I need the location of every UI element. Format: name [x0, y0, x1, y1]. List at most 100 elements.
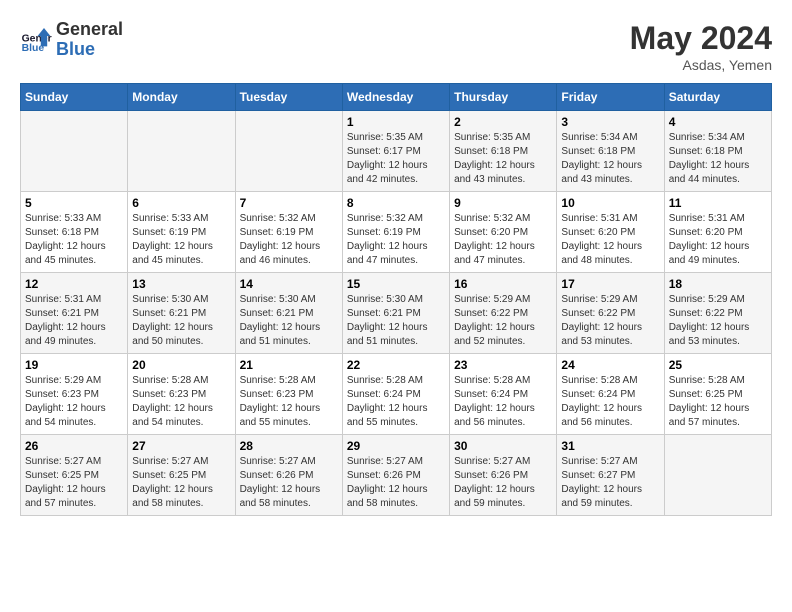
calendar-cell: 15 Sunrise: 5:30 AM Sunset: 6:21 PM Dayli…: [342, 273, 449, 354]
day-info: Sunrise: 5:31 AM Sunset: 6:20 PM Dayligh…: [561, 212, 659, 268]
day-number: 5: [25, 196, 123, 210]
calendar-cell: 19 Sunrise: 5:29 AM Sunset: 6:23 PM Dayli…: [21, 354, 128, 435]
day-info: Sunrise: 5:27 AM Sunset: 6:26 PM Dayligh…: [454, 455, 552, 511]
calendar-cell: 1 Sunrise: 5:35 AM Sunset: 6:17 PM Daylig…: [342, 111, 449, 192]
day-number: 25: [669, 358, 767, 372]
logo: General Blue General Blue: [20, 20, 123, 60]
calendar-cell: 6 Sunrise: 5:33 AM Sunset: 6:19 PM Daylig…: [128, 192, 235, 273]
day-number: 31: [561, 439, 659, 453]
calendar-cell: 3 Sunrise: 5:34 AM Sunset: 6:18 PM Daylig…: [557, 111, 664, 192]
day-number: 30: [454, 439, 552, 453]
day-number: 26: [25, 439, 123, 453]
calendar-cell: [128, 111, 235, 192]
day-info: Sunrise: 5:29 AM Sunset: 6:23 PM Dayligh…: [25, 374, 123, 430]
weekday-header-tuesday: Tuesday: [235, 84, 342, 111]
weekday-header-friday: Friday: [557, 84, 664, 111]
calendar-cell: 31 Sunrise: 5:27 AM Sunset: 6:27 PM Dayli…: [557, 435, 664, 516]
calendar-cell: [21, 111, 128, 192]
day-info: Sunrise: 5:28 AM Sunset: 6:24 PM Dayligh…: [561, 374, 659, 430]
calendar-cell: 17Sunrise: 5:29 AM Sunset: 6:22 PM Dayli…: [557, 273, 664, 354]
calendar-cell: 23Sunrise: 5:28 AM Sunset: 6:24 PM Dayli…: [450, 354, 557, 435]
calendar-cell: 20 Sunrise: 5:28 AM Sunset: 6:23 PM Dayli…: [128, 354, 235, 435]
day-number: 8: [347, 196, 445, 210]
day-info: Sunrise: 5:31 AM Sunset: 6:20 PM Dayligh…: [669, 212, 767, 268]
calendar-table: SundayMondayTuesdayWednesdayThursdayFrid…: [20, 83, 772, 516]
day-info: Sunrise: 5:27 AM Sunset: 6:26 PM Dayligh…: [240, 455, 338, 511]
day-info: Sunrise: 5:30 AM Sunset: 6:21 PM Dayligh…: [132, 293, 230, 349]
day-number: 17: [561, 277, 659, 291]
day-number: 3: [561, 115, 659, 129]
day-info: Sunrise: 5:31 AM Sunset: 6:21 PM Dayligh…: [25, 293, 123, 349]
day-info: Sunrise: 5:27 AM Sunset: 6:27 PM Dayligh…: [561, 455, 659, 511]
weekday-header-saturday: Saturday: [664, 84, 771, 111]
day-info: Sunrise: 5:32 AM Sunset: 6:19 PM Dayligh…: [240, 212, 338, 268]
calendar-cell: 5 Sunrise: 5:33 AM Sunset: 6:18 PM Daylig…: [21, 192, 128, 273]
day-info: Sunrise: 5:35 AM Sunset: 6:18 PM Dayligh…: [454, 131, 552, 187]
page-header: General Blue General Blue May 2024 Asdas…: [20, 20, 772, 73]
day-number: 12: [25, 277, 123, 291]
calendar-week-5: 26 Sunrise: 5:27 AM Sunset: 6:25 PM Dayli…: [21, 435, 772, 516]
day-info: Sunrise: 5:33 AM Sunset: 6:19 PM Dayligh…: [132, 212, 230, 268]
day-info: Sunrise: 5:27 AM Sunset: 6:25 PM Dayligh…: [25, 455, 123, 511]
calendar-cell: 11Sunrise: 5:31 AM Sunset: 6:20 PM Dayli…: [664, 192, 771, 273]
day-info: Sunrise: 5:28 AM Sunset: 6:25 PM Dayligh…: [669, 374, 767, 430]
day-info: Sunrise: 5:30 AM Sunset: 6:21 PM Dayligh…: [347, 293, 445, 349]
day-number: 29: [347, 439, 445, 453]
weekday-header-thursday: Thursday: [450, 84, 557, 111]
weekday-header-wednesday: Wednesday: [342, 84, 449, 111]
day-number: 21: [240, 358, 338, 372]
calendar-cell: 18 Sunrise: 5:29 AM Sunset: 6:22 PM Dayli…: [664, 273, 771, 354]
day-info: Sunrise: 5:32 AM Sunset: 6:20 PM Dayligh…: [454, 212, 552, 268]
weekday-row: SundayMondayTuesdayWednesdayThursdayFrid…: [21, 84, 772, 111]
day-info: Sunrise: 5:28 AM Sunset: 6:23 PM Dayligh…: [240, 374, 338, 430]
calendar-cell: 7Sunrise: 5:32 AM Sunset: 6:19 PM Daylig…: [235, 192, 342, 273]
calendar-cell: 2 Sunrise: 5:35 AM Sunset: 6:18 PM Daylig…: [450, 111, 557, 192]
day-number: 6: [132, 196, 230, 210]
day-number: 22: [347, 358, 445, 372]
day-info: Sunrise: 5:28 AM Sunset: 6:24 PM Dayligh…: [454, 374, 552, 430]
calendar-cell: 27Sunrise: 5:27 AM Sunset: 6:25 PM Dayli…: [128, 435, 235, 516]
calendar-cell: 16Sunrise: 5:29 AM Sunset: 6:22 PM Dayli…: [450, 273, 557, 354]
calendar-cell: 21 Sunrise: 5:28 AM Sunset: 6:23 PM Dayli…: [235, 354, 342, 435]
day-number: 28: [240, 439, 338, 453]
day-info: Sunrise: 5:27 AM Sunset: 6:26 PM Dayligh…: [347, 455, 445, 511]
calendar-cell: 10 Sunrise: 5:31 AM Sunset: 6:20 PM Dayli…: [557, 192, 664, 273]
day-info: Sunrise: 5:34 AM Sunset: 6:18 PM Dayligh…: [561, 131, 659, 187]
day-number: 10: [561, 196, 659, 210]
calendar-cell: 4 Sunrise: 5:34 AM Sunset: 6:18 PM Daylig…: [664, 111, 771, 192]
day-number: 15: [347, 277, 445, 291]
day-number: 9: [454, 196, 552, 210]
logo-icon: General Blue: [20, 24, 52, 56]
day-info: Sunrise: 5:32 AM Sunset: 6:19 PM Dayligh…: [347, 212, 445, 268]
day-info: Sunrise: 5:35 AM Sunset: 6:17 PM Dayligh…: [347, 131, 445, 187]
logo-line1: General: [56, 20, 123, 40]
calendar-cell: 8 Sunrise: 5:32 AM Sunset: 6:19 PM Daylig…: [342, 192, 449, 273]
calendar-cell: [664, 435, 771, 516]
calendar-cell: 22 Sunrise: 5:28 AM Sunset: 6:24 PM Dayli…: [342, 354, 449, 435]
calendar-cell: 30 Sunrise: 5:27 AM Sunset: 6:26 PM Dayli…: [450, 435, 557, 516]
day-number: 19: [25, 358, 123, 372]
day-info: Sunrise: 5:28 AM Sunset: 6:23 PM Dayligh…: [132, 374, 230, 430]
calendar-week-1: 1 Sunrise: 5:35 AM Sunset: 6:17 PM Daylig…: [21, 111, 772, 192]
day-number: 24: [561, 358, 659, 372]
day-number: 20: [132, 358, 230, 372]
calendar-cell: 13Sunrise: 5:30 AM Sunset: 6:21 PM Dayli…: [128, 273, 235, 354]
day-number: 2: [454, 115, 552, 129]
day-info: Sunrise: 5:33 AM Sunset: 6:18 PM Dayligh…: [25, 212, 123, 268]
calendar-cell: 9 Sunrise: 5:32 AM Sunset: 6:20 PM Daylig…: [450, 192, 557, 273]
day-number: 4: [669, 115, 767, 129]
day-info: Sunrise: 5:34 AM Sunset: 6:18 PM Dayligh…: [669, 131, 767, 187]
day-info: Sunrise: 5:29 AM Sunset: 6:22 PM Dayligh…: [669, 293, 767, 349]
day-info: Sunrise: 5:27 AM Sunset: 6:25 PM Dayligh…: [132, 455, 230, 511]
title-block: May 2024 Asdas, Yemen: [630, 20, 772, 73]
logo-text: General Blue: [56, 20, 123, 60]
day-number: 16: [454, 277, 552, 291]
calendar-cell: 25 Sunrise: 5:28 AM Sunset: 6:25 PM Dayli…: [664, 354, 771, 435]
day-info: Sunrise: 5:28 AM Sunset: 6:24 PM Dayligh…: [347, 374, 445, 430]
calendar-body: 1 Sunrise: 5:35 AM Sunset: 6:17 PM Daylig…: [21, 111, 772, 516]
calendar-week-3: 12 Sunrise: 5:31 AM Sunset: 6:21 PM Dayli…: [21, 273, 772, 354]
day-number: 18: [669, 277, 767, 291]
day-number: 1: [347, 115, 445, 129]
location: Asdas, Yemen: [630, 57, 772, 73]
calendar-cell: 28 Sunrise: 5:27 AM Sunset: 6:26 PM Dayli…: [235, 435, 342, 516]
